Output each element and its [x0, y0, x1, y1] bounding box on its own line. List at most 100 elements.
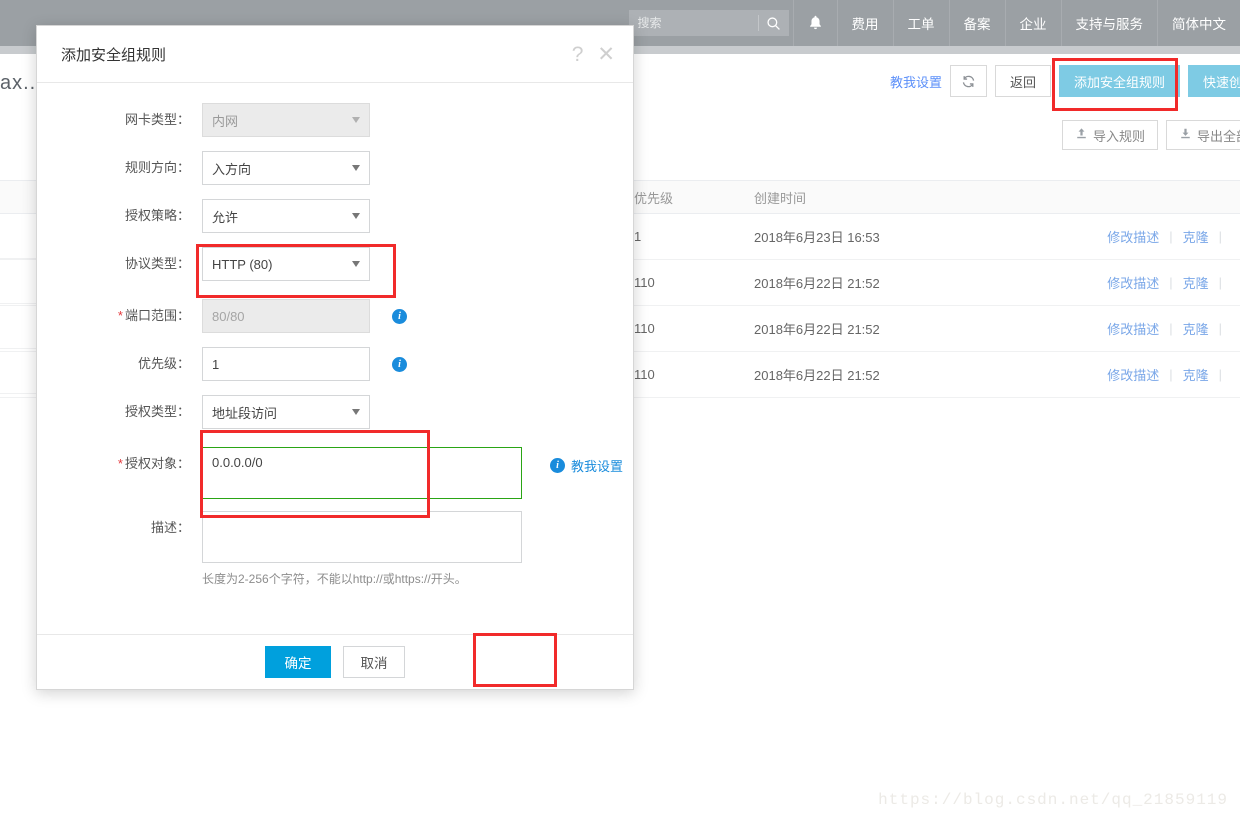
field-row-description: 描述： 长度为2-256个字符，不能以http://或https://开头。	[37, 511, 633, 587]
confirm-button[interactable]: 确定	[265, 646, 331, 678]
column-header-created-time: 创建时间	[754, 190, 807, 206]
required-marker: *	[117, 308, 123, 323]
add-security-group-rule-button[interactable]: 添加安全组规则	[1058, 65, 1180, 97]
search-input[interactable]: 搜索	[629, 10, 758, 36]
edit-description-link[interactable]: 修改描述	[1107, 365, 1159, 384]
nav-item-support[interactable]: 支持与服务	[1060, 0, 1158, 46]
cell-created-time: 2018年6月22日 21:52	[754, 322, 880, 337]
export-all-button[interactable]: 导出全部	[1165, 120, 1240, 150]
edit-description-link[interactable]: 修改描述	[1107, 227, 1159, 246]
label-protocol: 协议类型：	[124, 256, 190, 271]
field-row-policy: 授权策略： 允许	[37, 199, 633, 233]
cell-created-time: 2018年6月22日 21:52	[754, 368, 880, 383]
action-divider: |	[1169, 321, 1173, 336]
action-divider: |	[1218, 229, 1222, 244]
control-auth-type: 地址段访问	[202, 395, 370, 429]
export-all-label: 导出全部	[1196, 128, 1240, 144]
teach-me-settings-link[interactable]: 教我设置	[571, 456, 623, 475]
port-range-info-icon[interactable]: i	[392, 309, 407, 324]
refresh-icon[interactable]	[949, 65, 987, 97]
edit-description-link[interactable]: 修改描述	[1107, 319, 1159, 338]
chevron-down-icon	[352, 117, 360, 123]
label-policy: 授权策略：	[124, 208, 190, 223]
label-nic-type: 网卡类型：	[124, 112, 190, 127]
chevron-down-icon	[352, 213, 360, 219]
search-icon[interactable]	[759, 10, 789, 36]
nic-type-value: 内网	[212, 113, 239, 129]
control-auth-object: 0.0.0.0/0	[202, 447, 522, 499]
import-export-toolbar: 导入规则 导出全部	[1061, 120, 1240, 150]
cell-priority: 110	[634, 275, 655, 290]
clone-link[interactable]: 克隆	[1183, 319, 1209, 338]
row-actions: 修改描述 | 克隆 |	[1107, 227, 1240, 246]
global-search[interactable]: 搜索	[628, 10, 789, 36]
clone-link[interactable]: 克隆	[1183, 273, 1209, 292]
upload-icon	[1075, 127, 1088, 143]
policy-select[interactable]: 允许	[202, 199, 370, 233]
field-row-nic-type: 网卡类型： 内网	[37, 103, 633, 137]
nav-item-fees[interactable]: 费用	[836, 0, 893, 46]
direction-select[interactable]: 入方向	[202, 151, 370, 185]
action-divider: |	[1218, 275, 1222, 290]
cell-priority: 110	[634, 321, 655, 336]
page-toolbar: 教我设置 返回 添加安全组规则 快速创建	[890, 62, 1240, 100]
cell-priority: 110	[634, 367, 655, 382]
control-port-range: 80/80	[202, 299, 370, 333]
nic-type-select: 内网	[202, 103, 370, 137]
dialog-footer: 确定 取消	[37, 634, 633, 689]
direction-value: 入方向	[212, 161, 252, 177]
field-row-priority: 优先级： 1 i	[37, 347, 633, 381]
port-range-value: 80/80	[212, 308, 245, 324]
clone-link[interactable]: 克隆	[1183, 365, 1209, 384]
auth-type-value: 地址段访问	[212, 405, 278, 421]
nav-item-language[interactable]: 简体中文	[1157, 0, 1240, 46]
auth-object-info-icon[interactable]: i	[550, 458, 565, 473]
download-icon	[1179, 127, 1192, 143]
edit-description-link[interactable]: 修改描述	[1107, 273, 1159, 292]
label-description: 描述：	[150, 520, 190, 535]
clone-link[interactable]: 克隆	[1183, 227, 1209, 246]
cell-created-time: 2018年6月23日 16:53	[754, 230, 880, 245]
auth-type-select[interactable]: 地址段访问	[202, 395, 370, 429]
nav-item-enterprise[interactable]: 企业	[1004, 0, 1061, 46]
protocol-select[interactable]: HTTP (80)	[202, 247, 370, 281]
cancel-button[interactable]: 取消	[343, 646, 405, 678]
label-auth-type: 授权类型：	[124, 404, 190, 419]
row-actions: 修改描述 | 克隆 |	[1107, 365, 1240, 384]
action-divider: |	[1218, 321, 1222, 336]
cell-priority: 1	[634, 229, 642, 244]
control-protocol: HTTP (80)	[202, 247, 370, 281]
required-marker: *	[117, 456, 123, 471]
priority-value: 1	[212, 356, 220, 372]
control-description: 长度为2-256个字符，不能以http://或https://开头。	[202, 511, 522, 587]
action-divider: |	[1169, 275, 1173, 290]
priority-info-icon[interactable]: i	[392, 357, 407, 372]
question-mark-icon[interactable]: ?	[572, 44, 584, 65]
close-icon[interactable]: ✕	[597, 44, 615, 65]
cell-created-time: 2018年6月22日 21:52	[754, 276, 880, 291]
auth-object-textarea[interactable]: 0.0.0.0/0	[202, 447, 522, 499]
description-hint: 长度为2-256个字符，不能以http://或https://开头。	[202, 572, 467, 586]
page-title: ax..	[0, 72, 37, 94]
chevron-down-icon	[352, 409, 360, 415]
import-rules-button[interactable]: 导入规则	[1061, 120, 1158, 150]
action-divider: |	[1169, 367, 1173, 382]
back-button[interactable]: 返回	[994, 65, 1051, 97]
row-actions: 修改描述 | 克隆 |	[1107, 319, 1240, 338]
port-range-input: 80/80	[202, 299, 370, 333]
priority-input[interactable]: 1	[202, 347, 370, 381]
quick-create-button[interactable]: 快速创建	[1187, 65, 1240, 97]
teach-me-settings-link[interactable]: 教我设置	[890, 72, 942, 91]
control-direction: 入方向	[202, 151, 370, 185]
label-port-range-text: 端口范围：	[124, 308, 190, 323]
nav-item-tickets[interactable]: 工单	[892, 0, 949, 46]
chevron-down-icon	[352, 261, 360, 267]
label-port-range: * 端口范围：	[37, 299, 202, 333]
dialog-body: 网卡类型： 内网 规则方向： 入方向 授权策略： 允许 协议类型： HTTP (…	[37, 83, 633, 635]
nav-item-icp[interactable]: 备案	[948, 0, 1005, 46]
control-priority: 1	[202, 347, 370, 381]
dialog-title: 添加安全组规则	[61, 46, 167, 64]
row-actions: 修改描述 | 克隆 |	[1107, 273, 1240, 292]
description-textarea[interactable]	[202, 511, 522, 563]
notifications-bell-icon[interactable]	[792, 0, 837, 46]
